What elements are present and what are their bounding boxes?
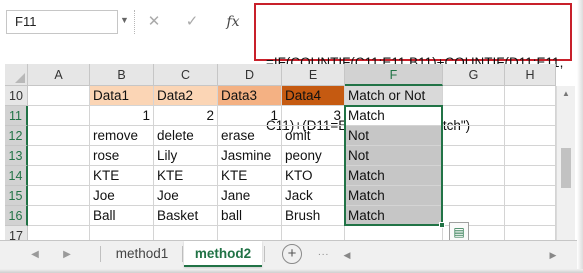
tab-next-icon[interactable]: ▶: [60, 249, 74, 260]
select-all-button[interactable]: [5, 64, 28, 86]
frame-shadow-right: [577, 0, 583, 273]
cell-b13[interactable]: rose: [90, 146, 154, 166]
column-header-h[interactable]: H: [505, 64, 556, 86]
row-header-11[interactable]: 11: [5, 106, 28, 126]
column-header-c[interactable]: C: [154, 64, 218, 86]
quick-analysis-icon[interactable]: ▤: [449, 222, 469, 242]
cell-a14[interactable]: [28, 166, 90, 186]
tab-separator: [182, 246, 183, 262]
name-box-dropdown-icon[interactable]: ▼: [120, 15, 130, 29]
cell-g15[interactable]: [443, 186, 505, 206]
cell-e15[interactable]: Jack: [282, 186, 345, 206]
cell-c16[interactable]: Basket: [154, 206, 218, 226]
cancel-icon[interactable]: ✕: [142, 10, 166, 34]
cell-h13[interactable]: [505, 146, 556, 166]
insert-function-icon[interactable]: fx: [220, 10, 246, 34]
cell-f15[interactable]: Match: [345, 186, 443, 206]
cell-h12[interactable]: [505, 126, 556, 146]
column-header-b[interactable]: B: [90, 64, 154, 86]
cell-c11[interactable]: 2: [154, 106, 218, 126]
cell-d16[interactable]: ball: [218, 206, 282, 226]
cell-e16[interactable]: Brush: [282, 206, 345, 226]
cell-a13[interactable]: [28, 146, 90, 166]
hscroll-right-icon[interactable]: ▶: [546, 248, 560, 262]
column-header-d[interactable]: D: [218, 64, 282, 86]
cell-d15[interactable]: Jane: [218, 186, 282, 206]
tab-separator: [100, 246, 101, 262]
cell-b11[interactable]: 1: [90, 106, 154, 126]
column-header-f[interactable]: F: [345, 64, 443, 86]
cell-g12[interactable]: [443, 126, 505, 146]
cell-c15[interactable]: Joe: [154, 186, 218, 206]
tab-method2[interactable]: method2: [184, 241, 262, 267]
cell-f12[interactable]: Not: [345, 126, 443, 146]
fill-handle[interactable]: [439, 222, 445, 228]
cell-f11[interactable]: Match: [345, 106, 443, 126]
cell-c12[interactable]: delete: [154, 126, 218, 146]
cell-a12[interactable]: [28, 126, 90, 146]
cell-e14[interactable]: KTO: [282, 166, 345, 186]
scroll-up-icon[interactable]: ▲: [557, 86, 575, 102]
cell-a15[interactable]: [28, 186, 90, 206]
cell-g11[interactable]: [443, 106, 505, 126]
column-header-g[interactable]: G: [443, 64, 505, 86]
enter-icon[interactable]: ✓: [180, 10, 204, 34]
cell-e12[interactable]: omit: [282, 126, 345, 146]
cell-e11[interactable]: 3: [282, 106, 345, 126]
formula-bar-region: F11 ▼ ✕ ✓ fx =IF(COUNTIF(C11:E11,B11)+CO…: [0, 0, 583, 133]
cell-g13[interactable]: [443, 146, 505, 166]
row-header-16[interactable]: 16: [5, 206, 28, 226]
cell-d12[interactable]: erase: [218, 126, 282, 146]
name-box[interactable]: F11: [6, 10, 118, 34]
frame-shadow-bottom: [0, 269, 583, 273]
select-all-icon: [15, 73, 25, 83]
cell-d11[interactable]: 1: [218, 106, 282, 126]
cell-b12[interactable]: remove: [90, 126, 154, 146]
cell-c14[interactable]: KTE: [154, 166, 218, 186]
cell-g14[interactable]: [443, 166, 505, 186]
tab-more-icon[interactable]: ...: [318, 247, 329, 258]
cell-h11[interactable]: [505, 106, 556, 126]
column-header-a[interactable]: A: [28, 64, 90, 86]
cell-h16[interactable]: [505, 206, 556, 226]
cell-h14[interactable]: [505, 166, 556, 186]
add-sheet-icon[interactable]: +: [282, 244, 302, 264]
cell-f14[interactable]: Match: [345, 166, 443, 186]
cell-b15[interactable]: Joe: [90, 186, 154, 206]
row-header-10[interactable]: 10: [5, 86, 28, 106]
cell-b10[interactable]: Data1: [90, 86, 154, 106]
tab-method1[interactable]: method1: [104, 241, 180, 267]
cell-c10[interactable]: Data2: [154, 86, 218, 106]
column-header-e[interactable]: E: [282, 64, 345, 86]
tab-prev-icon[interactable]: ◀: [28, 249, 42, 260]
cell-e10[interactable]: Data4: [282, 86, 345, 106]
cell-f10[interactable]: Match or Not: [345, 86, 443, 106]
scrollbar-thumb[interactable]: [561, 148, 571, 188]
cell-d10[interactable]: Data3: [218, 86, 282, 106]
hscroll-left-icon[interactable]: ◀: [340, 248, 354, 262]
cell-b14[interactable]: KTE: [90, 166, 154, 186]
cell-d14[interactable]: KTE: [218, 166, 282, 186]
cell-g10[interactable]: [443, 86, 505, 106]
row-header-14[interactable]: 14: [5, 166, 28, 186]
cell-e13[interactable]: peony: [282, 146, 345, 166]
formula-input[interactable]: =IF(COUNTIF(C11:E11,B11)+COUNTIF(D11:E11…: [254, 3, 572, 133]
cell-d13[interactable]: Jasmine: [218, 146, 282, 166]
cell-f13[interactable]: Not: [345, 146, 443, 166]
row-header-12[interactable]: 12: [5, 126, 28, 146]
cell-c13[interactable]: Lily: [154, 146, 218, 166]
formula-bar-separator: [134, 10, 136, 34]
row-header-13[interactable]: 13: [5, 146, 28, 166]
row-header-15[interactable]: 15: [5, 186, 28, 206]
cell-h15[interactable]: [505, 186, 556, 206]
vertical-scrollbar[interactable]: ▲: [556, 86, 575, 240]
cell-f16[interactable]: Match: [345, 206, 443, 226]
cell-a16[interactable]: [28, 206, 90, 226]
tab-separator: [264, 246, 265, 262]
cell-a10[interactable]: [28, 86, 90, 106]
cell-b16[interactable]: Ball: [90, 206, 154, 226]
cell-a11[interactable]: [28, 106, 90, 126]
cell-h10[interactable]: [505, 86, 556, 106]
